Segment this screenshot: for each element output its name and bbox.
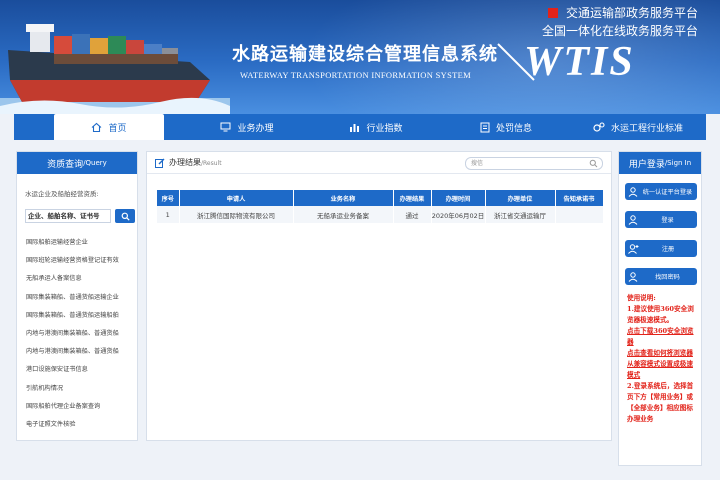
bar-chart-icon <box>349 122 360 132</box>
result-panel: 办理结果/Result 搜信 序号 申请人 业务名称 办理结果 办理时间 办理单… <box>146 151 612 441</box>
home-icon <box>91 122 102 133</box>
document-icon <box>480 122 490 133</box>
nav-item-standards-label: 水运工程行业标准 <box>610 123 683 134</box>
column-header: 告知承诺书 <box>555 190 604 206</box>
register-label: 注册 <box>661 246 675 253</box>
query-search-button[interactable] <box>115 209 135 223</box>
user-icon <box>628 186 638 197</box>
gears-icon <box>593 121 605 133</box>
register-button[interactable]: 注册 <box>625 240 697 257</box>
query-panel: 资质查询/Query 水运企业及船舶经营资质: 企业、船舶名称、证书号 国际船舶… <box>16 151 138 441</box>
table-cell: 2020年06月02日 <box>431 206 486 223</box>
query-list-item[interactable]: 国际船舶运输经营企业 <box>26 237 136 255</box>
result-panel-title: 办理结果/Result <box>169 157 222 168</box>
query-list-item[interactable]: 内地与港澳间集装箱船、普通货船 <box>26 328 136 346</box>
unified-auth-login-label: 统一认证平台登录 <box>642 189 693 196</box>
table-cell[interactable] <box>555 206 604 223</box>
unified-auth-login-button[interactable]: 统一认证平台登录 <box>625 183 697 200</box>
wtis-logo: WTIS <box>524 39 635 85</box>
result-table-header: 序号 申请人 业务名称 办理结果 办理时间 办理单位 告知承诺书 <box>157 190 604 206</box>
table-cell: 1 <box>157 206 180 223</box>
column-header: 办理结果 <box>393 190 432 206</box>
login-label: 登录 <box>661 217 674 224</box>
query-list-item[interactable]: 港口设施保安证书信息 <box>26 364 136 382</box>
table-cell: 通过 <box>393 206 432 223</box>
recover-password-button[interactable]: 找回密码 <box>625 268 697 285</box>
usage-notes: 使用说明: 1.建议使用360安全浏览器极速模式。 点击下载360安全浏览器 点… <box>627 293 699 425</box>
system-subtitle: WATERWAY TRANSPORTATION INFORMATION SYST… <box>240 70 471 80</box>
search-icon <box>121 212 130 221</box>
top-link-national-platform[interactable]: 全国一体化在线政务服务平台 <box>542 22 698 40</box>
edit-icon <box>155 158 165 168</box>
table-cell: 无船承运业务备案 <box>293 206 394 223</box>
nav-item-home-label: 首页 <box>108 123 127 134</box>
login-panel-title: 用户登录 <box>628 159 665 170</box>
table-row: 1 浙江腾信国际物流有限公司 无船承运业务备案 通过 2020年06月02日 浙… <box>157 206 604 223</box>
top-link-gov-platform[interactable]: 交通运输部政务服务平台 <box>542 4 698 22</box>
container-ship-image <box>0 24 230 114</box>
query-list-item[interactable]: 电子证照文件核验 <box>26 419 136 437</box>
top-link-gov-platform-label: 交通运输部政务服务平台 <box>565 6 698 20</box>
nav-item-business[interactable]: 业务办理 <box>178 114 316 140</box>
download-browser-link[interactable]: 点击下载360安全浏览器 <box>627 326 699 348</box>
login-button[interactable]: 登录 <box>625 211 697 228</box>
result-table: 序号 申请人 业务名称 办理结果 办理时间 办理单位 告知承诺书 1 浙江腾信国… <box>157 190 604 223</box>
result-panel-title-en: /Result <box>201 160 222 167</box>
usage-notes-heading: 使用说明: <box>627 294 656 302</box>
query-list-item[interactable]: 国际班轮运输经营资格登记证有效 <box>26 255 136 273</box>
top-link-national-platform-label: 全国一体化在线政务服务平台 <box>541 24 698 38</box>
main-nav: 首页 业务办理 行业指数 处罚信息 水运工程行业标准 <box>14 114 706 140</box>
browser-mode-help-link[interactable]: 点击查看如何将浏览器从兼容模式设置成极速模式 <box>627 348 699 381</box>
query-search-input[interactable]: 企业、船舶名称、证书号 <box>25 209 111 223</box>
query-list-item[interactable]: 无船承运人备案信息 <box>26 273 136 291</box>
column-header: 业务名称 <box>293 190 394 206</box>
usage-note-2: 2.登录系统后，选择首页下方【常用业务】或【全部业务】相应图标办理业务 <box>627 382 694 423</box>
query-list-item[interactable]: 国际船舶代理企业备案查询 <box>26 401 136 419</box>
column-header: 申请人 <box>179 190 294 206</box>
result-search-input[interactable]: 搜信 <box>465 157 603 170</box>
column-header: 办理时间 <box>431 190 486 206</box>
table-cell: 浙江省交通运输厅 <box>485 206 556 223</box>
nav-item-home[interactable]: 首页 <box>54 114 164 140</box>
query-list-item[interactable]: 内地与港澳间集装箱船、普通货船 <box>26 346 136 364</box>
header-banner: 水路运输建设综合管理信息系统 WATERWAY TRANSPORTATION I… <box>0 0 720 114</box>
login-panel-title-en: /Sign In <box>664 159 692 167</box>
query-panel-title-en: /Query <box>83 159 107 167</box>
nav-item-index[interactable]: 行业指数 <box>316 114 436 140</box>
query-list-item[interactable]: 国际集装箱船、普通货船运输船舶 <box>26 310 136 328</box>
table-cell: 浙江腾信国际物流有限公司 <box>179 206 294 223</box>
query-list-item[interactable]: 引航机构情况 <box>26 383 136 401</box>
red-square-icon <box>547 8 558 18</box>
login-panel: 用户登录/Sign In 统一认证平台登录 登录 注册 找回密码 使用说明: 1… <box>618 151 702 466</box>
nav-item-penalty-label: 处罚信息 <box>495 123 532 134</box>
nav-item-standards[interactable]: 水运工程行业标准 <box>576 114 700 140</box>
column-header: 办理单位 <box>485 190 556 206</box>
result-search-placeholder: 搜信 <box>471 160 484 167</box>
recover-password-label: 找回密码 <box>655 274 680 281</box>
nav-item-index-label: 行业指数 <box>366 123 403 134</box>
monitor-icon <box>220 122 231 132</box>
add-user-icon <box>628 243 639 254</box>
column-header: 序号 <box>157 190 180 206</box>
search-icon[interactable] <box>589 159 598 168</box>
user-icon <box>628 271 638 282</box>
result-panel-title-cn: 办理结果 <box>169 158 201 167</box>
system-title: 水路运输建设综合管理信息系统 <box>232 44 498 65</box>
usage-note-1: 1.建议使用360安全浏览器极速模式。 <box>627 305 694 324</box>
user-icon <box>628 214 638 225</box>
query-panel-header: 资质查询/Query <box>17 152 137 174</box>
login-panel-header: 用户登录/Sign In <box>619 152 701 174</box>
query-search-row: 企业、船舶名称、证书号 <box>25 209 135 223</box>
query-list-item[interactable]: 国际集装箱船、普通货船运输企业 <box>26 292 136 310</box>
nav-item-business-label: 业务办理 <box>237 123 274 134</box>
top-links: 交通运输部政务服务平台 全国一体化在线政务服务平台 <box>542 4 698 40</box>
query-intro: 水运企业及船舶经营资质: <box>25 190 99 198</box>
query-panel-title: 资质查询 <box>47 159 84 170</box>
nav-item-penalty[interactable]: 处罚信息 <box>436 114 576 140</box>
query-list: 国际船舶运输经营企业 国际班轮运输经营资格登记证有效 无船承运人备案信息 国际集… <box>26 237 136 437</box>
